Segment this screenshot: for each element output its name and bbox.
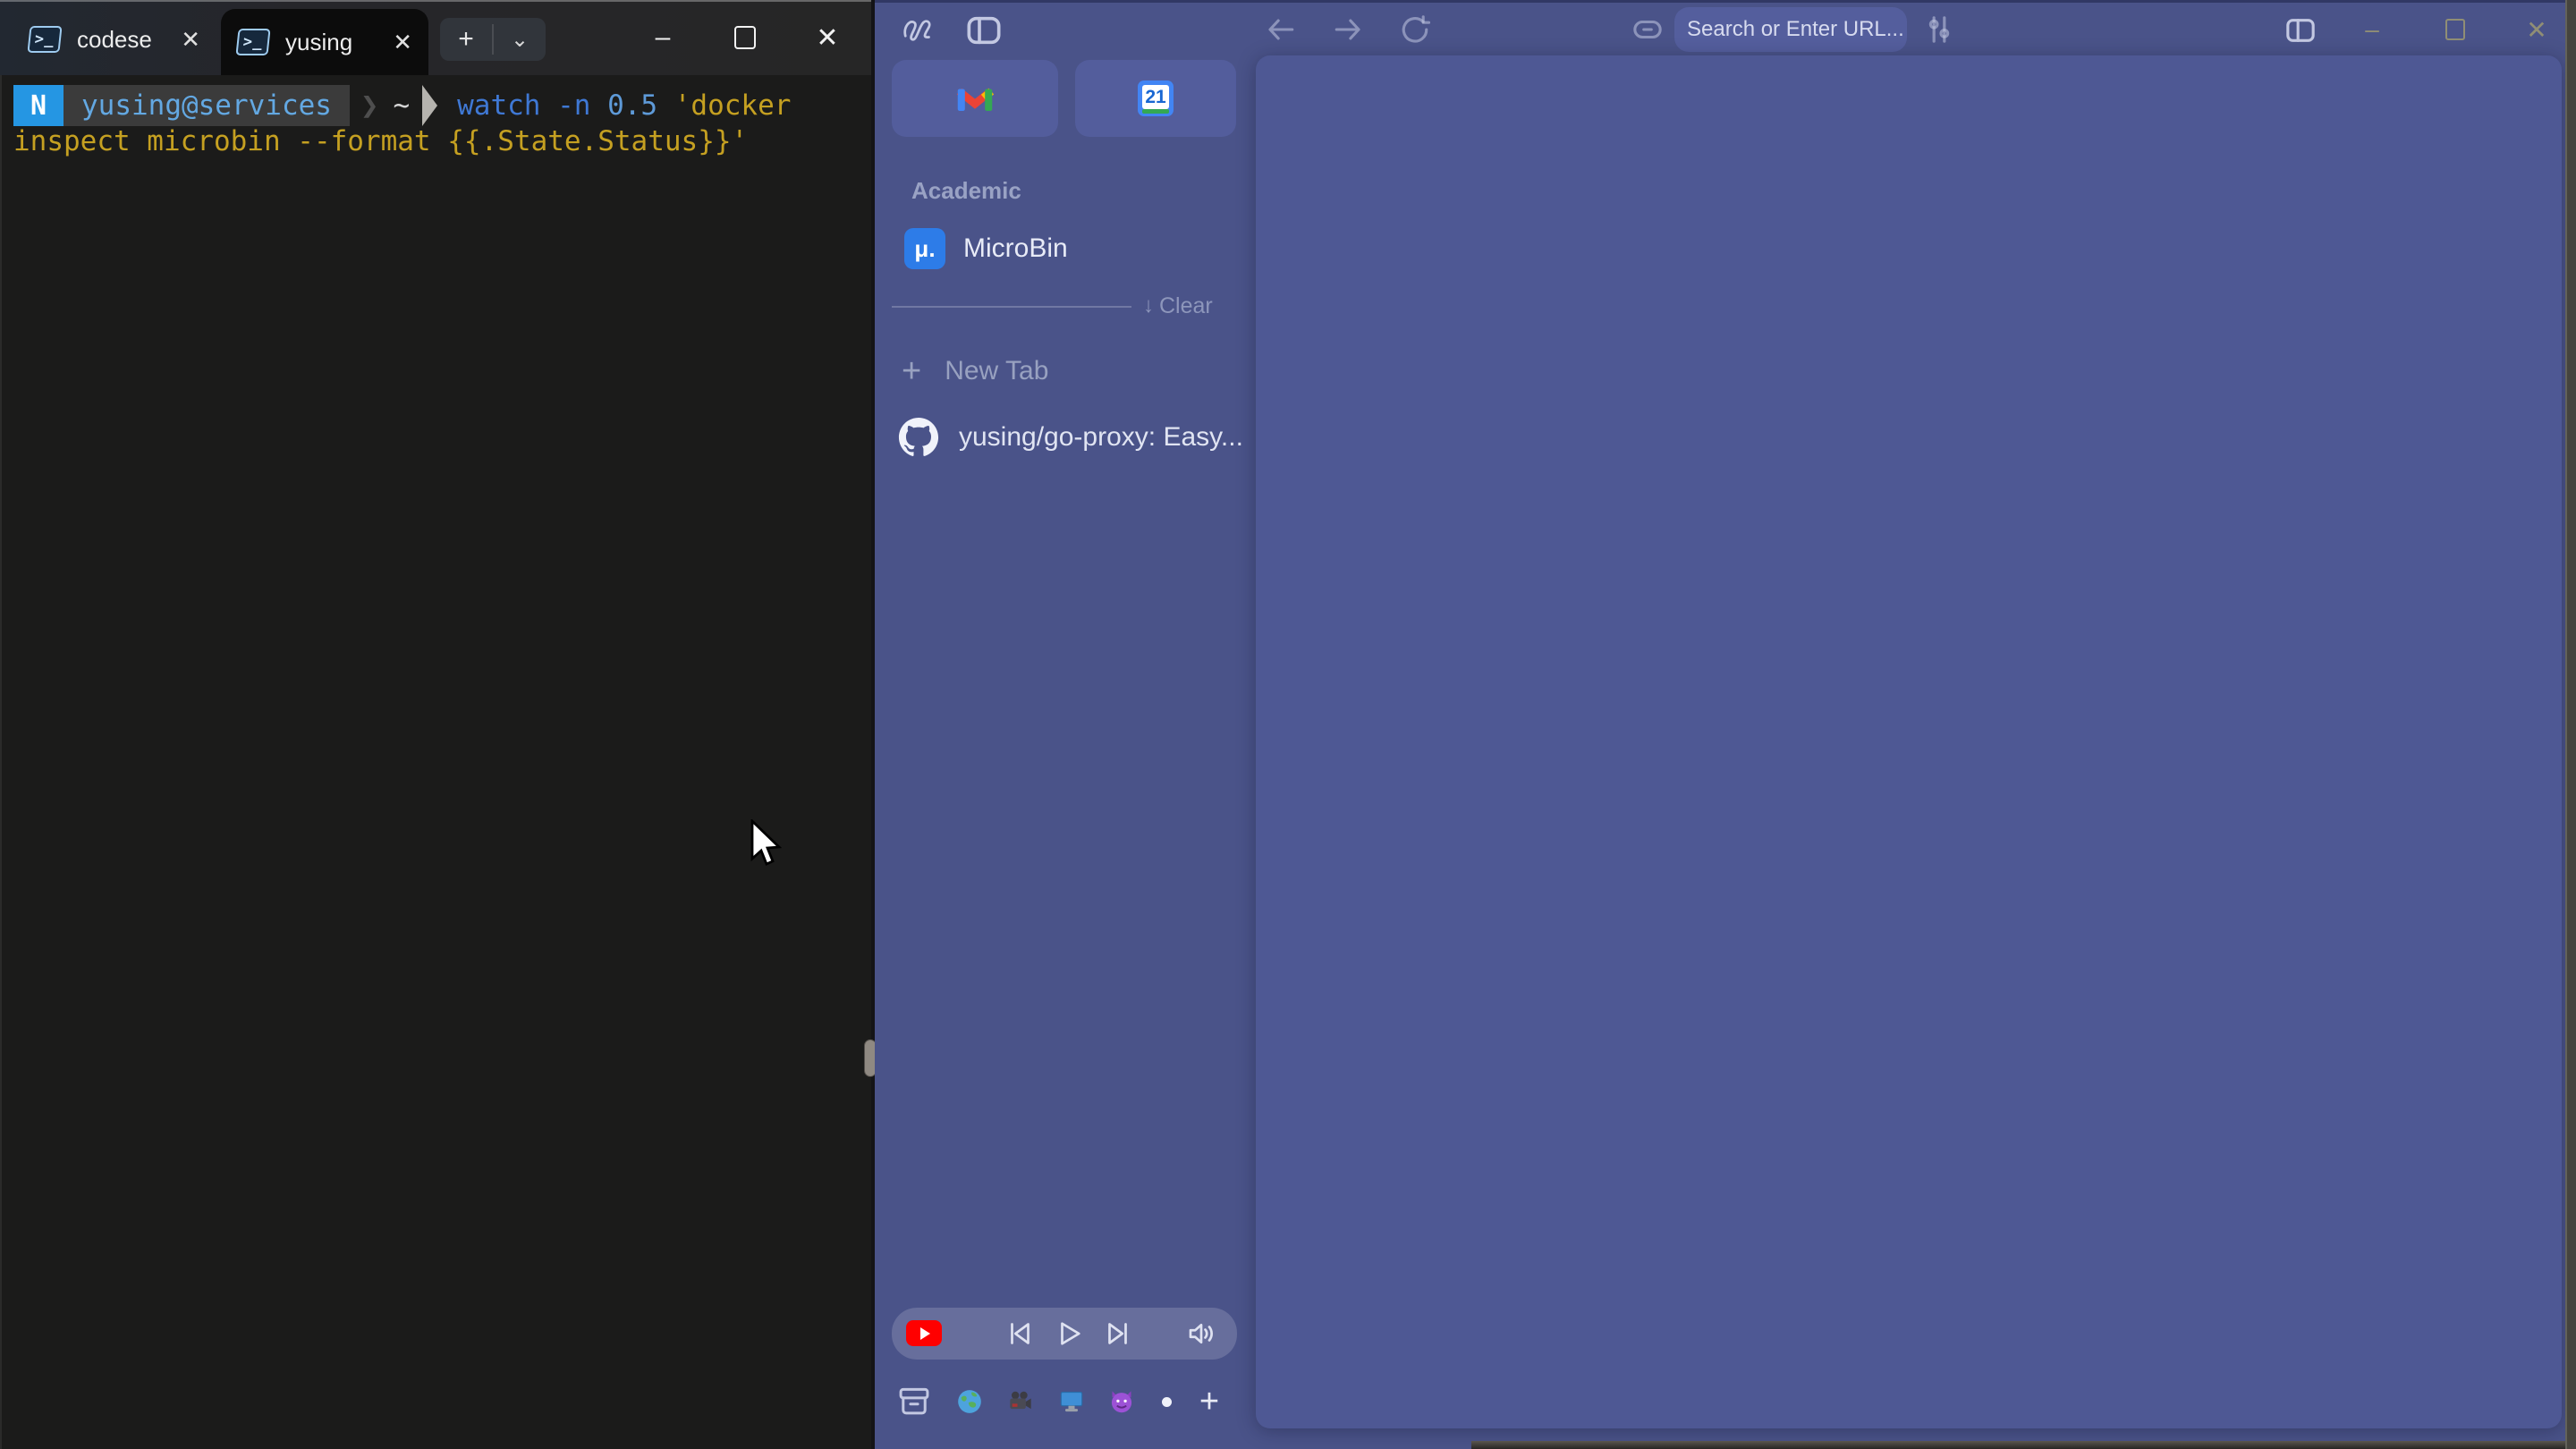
terminal-new-tab-button[interactable]: + ⌄ bbox=[440, 18, 546, 61]
url-bar[interactable]: Search or Enter URL... bbox=[1674, 7, 1907, 52]
google-calendar-icon: 21 bbox=[1138, 80, 1174, 116]
chevron-down-icon[interactable]: ⌄ bbox=[494, 27, 546, 53]
workspace-archive-icon[interactable] bbox=[894, 1382, 934, 1421]
prompt-arrow-icon bbox=[422, 85, 437, 126]
workspace-monitor-icon[interactable] bbox=[1052, 1382, 1091, 1421]
settings-sliders-icon[interactable] bbox=[1919, 11, 1959, 48]
github-icon bbox=[898, 417, 939, 458]
new-tab-label: New Tab bbox=[945, 356, 1048, 386]
split-view-icon[interactable] bbox=[2279, 11, 2322, 50]
calendar-accent bbox=[1142, 109, 1169, 114]
terminal-window: >_ codese ✕ >_ yusing ✕ + ⌄ – ✕ N yusing… bbox=[0, 0, 871, 1449]
web-content-area[interactable] bbox=[1256, 55, 2562, 1428]
gmail-icon bbox=[956, 84, 994, 113]
browser-maximize-button[interactable] bbox=[2433, 7, 2478, 52]
clear-tabs-button[interactable]: ↓ Clear bbox=[1143, 290, 1213, 322]
youtube-icon[interactable] bbox=[906, 1320, 942, 1346]
microbin-favicon: μ. bbox=[904, 228, 945, 269]
prompt-os-badge: N bbox=[13, 85, 64, 126]
sidebar-toggle-icon[interactable] bbox=[964, 13, 1004, 48]
browser-window: Search or Enter URL... – ✕ bbox=[875, 0, 2576, 1449]
prompt-cwd: ~ bbox=[393, 89, 410, 122]
plus-icon[interactable]: + bbox=[440, 24, 492, 55]
maximize-icon bbox=[734, 26, 756, 49]
workspace-devil-icon[interactable] bbox=[1102, 1382, 1141, 1421]
back-button[interactable] bbox=[1261, 10, 1301, 49]
powershell-icon: >_ bbox=[27, 26, 62, 53]
command-value: 0.5 bbox=[607, 89, 657, 122]
tab-title: yusing/go-proxy: Easy... bbox=[959, 422, 1243, 453]
clear-label: Clear bbox=[1159, 293, 1213, 319]
workspace-globe-icon[interactable] bbox=[950, 1382, 989, 1421]
powershell-icon: >_ bbox=[235, 29, 270, 55]
forward-button[interactable] bbox=[1328, 10, 1368, 49]
sidebar-tab-microbin[interactable]: μ. MicroBin bbox=[894, 221, 1221, 276]
plus-icon: + bbox=[902, 354, 921, 388]
workspace-camera-icon[interactable] bbox=[1001, 1382, 1040, 1421]
terminal-minimize-button[interactable]: – bbox=[633, 0, 692, 75]
maximize-icon bbox=[2445, 19, 2465, 40]
link-icon[interactable] bbox=[1628, 13, 1667, 46]
browser-minimize-button[interactable]: – bbox=[2350, 7, 2394, 52]
zen-logo-icon[interactable] bbox=[898, 11, 937, 50]
play-button[interactable] bbox=[1053, 1318, 1085, 1350]
tab-title: codese bbox=[77, 26, 152, 54]
prompt-user-host: yusing@services bbox=[64, 85, 350, 126]
tabs-divider bbox=[892, 306, 1131, 308]
browser-new-tab-button[interactable]: + New Tab bbox=[902, 349, 1048, 394]
pinned-tab-google-calendar[interactable]: 21 bbox=[1075, 60, 1236, 137]
browser-close-button[interactable]: ✕ bbox=[2514, 7, 2559, 52]
media-player bbox=[892, 1308, 1237, 1360]
previous-track-button[interactable] bbox=[1003, 1318, 1035, 1350]
calendar-date: 21 bbox=[1142, 85, 1169, 109]
dot-icon bbox=[1162, 1397, 1172, 1407]
screen-right-edge bbox=[2565, 0, 2576, 1449]
url-placeholder: Search or Enter URL... bbox=[1687, 17, 1904, 42]
prompt-chevron: ❯ bbox=[360, 88, 378, 123]
workspace-section-label: Academic bbox=[911, 177, 1021, 205]
youtube-play-triangle bbox=[920, 1327, 930, 1340]
next-track-button[interactable] bbox=[1103, 1318, 1135, 1350]
tab-close-icon[interactable]: ✕ bbox=[181, 26, 200, 54]
tab-close-icon[interactable]: ✕ bbox=[393, 29, 412, 56]
volume-icon[interactable] bbox=[1185, 1318, 1217, 1350]
mouse-cursor bbox=[749, 819, 784, 874]
screen-bottom-edge bbox=[1471, 1441, 2565, 1449]
workspace-dot-indicator[interactable] bbox=[1147, 1382, 1186, 1421]
sidebar-tab-github[interactable]: yusing/go-proxy: Easy... bbox=[898, 411, 1243, 463]
terminal-tab-yusing[interactable]: >_ yusing ✕ bbox=[221, 9, 428, 75]
down-arrow-icon: ↓ bbox=[1143, 293, 1154, 318]
command-text: watch -n 0.5 'docker bbox=[457, 89, 791, 122]
pinned-tab-gmail[interactable] bbox=[892, 60, 1058, 137]
terminal-maximize-button[interactable] bbox=[716, 0, 775, 75]
screen: >_ codese ✕ >_ yusing ✕ + ⌄ – ✕ N yusing… bbox=[0, 0, 2576, 1449]
terminal-tab-bar: >_ codese ✕ >_ yusing ✕ + ⌄ – ✕ bbox=[0, 0, 871, 75]
tab-title: MicroBin bbox=[963, 233, 1068, 264]
tab-title: yusing bbox=[285, 29, 352, 56]
terminal-tab-codese[interactable]: >_ codese ✕ bbox=[13, 11, 216, 68]
add-workspace-button[interactable]: + bbox=[1190, 1382, 1229, 1421]
command-text-line2: inspect microbin --format {{.State.Statu… bbox=[13, 125, 748, 157]
command-flag: -n bbox=[540, 89, 607, 122]
command-keyword: watch bbox=[457, 89, 540, 122]
terminal-prompt: N yusing@services ❯ ~ watch -n 0.5 'dock… bbox=[13, 84, 791, 127]
command-arg: 'docker bbox=[657, 89, 791, 122]
reload-button[interactable] bbox=[1395, 10, 1435, 49]
terminal-close-button[interactable]: ✕ bbox=[798, 0, 857, 75]
